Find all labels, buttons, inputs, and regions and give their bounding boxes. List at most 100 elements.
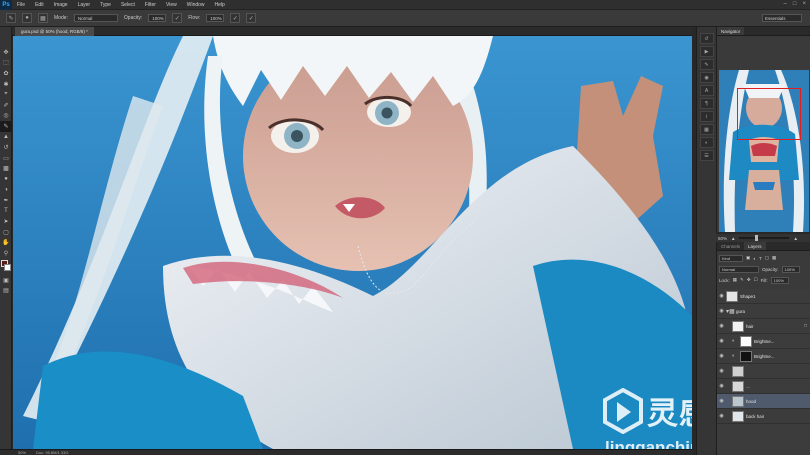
status-zoom[interactable]: 50% (18, 450, 26, 455)
history-panel-icon[interactable]: ↺ (699, 33, 714, 44)
paragraph-panel-icon[interactable]: ¶ (699, 98, 714, 109)
visibility-eye-icon[interactable]: ◉ (717, 338, 726, 344)
lock-all-icon[interactable]: ☐ (754, 277, 758, 283)
eraser-tool-icon[interactable]: ▭ (0, 153, 12, 164)
mode-select[interactable]: Normal (73, 14, 118, 22)
menu-file[interactable]: File (12, 2, 30, 8)
layer-group-row[interactable]: ◉ ▾▦ gura (717, 304, 810, 319)
smart-filter-icon[interactable]: ▩ (772, 255, 776, 261)
menu-layer[interactable]: Layer (73, 2, 96, 8)
brush-panel-icon[interactable]: ▦ (38, 13, 48, 23)
background-color-swatch[interactable] (4, 263, 11, 271)
shape-filter-icon[interactable]: ▢ (765, 255, 769, 261)
quick-mask-icon[interactable]: ▣ (0, 275, 12, 286)
zoom-tool-icon[interactable]: ⚲ (0, 248, 12, 259)
move-tool-icon[interactable]: ✥ (0, 47, 12, 58)
visibility-eye-icon[interactable]: ◉ (717, 413, 726, 419)
layer-row[interactable]: ◉ (717, 364, 810, 379)
gradient-tool-icon[interactable]: ▩ (0, 164, 12, 175)
history-brush-tool-icon[interactable]: ↺ (0, 142, 12, 153)
visibility-eye-icon[interactable]: ◉ (717, 293, 726, 299)
layer-row[interactable]: ◉ ◐ Brightne... (717, 349, 810, 364)
navigator-view-box[interactable] (737, 88, 801, 140)
visibility-eye-icon[interactable]: ◉ (717, 398, 726, 404)
workspace-select[interactable]: Essentials (762, 14, 802, 22)
visibility-eye-icon[interactable]: ◉ (717, 323, 726, 329)
tab-layers[interactable]: Layers (744, 242, 766, 250)
layer-row[interactable]: ◉ Shape1 (717, 289, 810, 304)
pressure-opacity-icon[interactable]: ✓ (172, 13, 183, 23)
dodge-tool-icon[interactable]: ◑ (0, 185, 12, 196)
adjustment-filter-icon[interactable]: ◐ (753, 256, 756, 261)
menu-help[interactable]: Help (210, 2, 230, 8)
crop-tool-icon[interactable]: ⌖ (0, 89, 12, 100)
brush-panel-icon[interactable]: ✎ (699, 59, 714, 70)
fill-field[interactable]: 100% (770, 276, 789, 284)
zoom-in-icon[interactable]: ▲ (793, 236, 797, 241)
canvas[interactable]: 灵感中国 lingganchina.com (13, 36, 692, 449)
lasso-tool-icon[interactable]: ✿ (0, 68, 12, 79)
menu-edit[interactable]: Edit (30, 2, 49, 8)
layer-row[interactable]: ◉ ... (717, 379, 810, 394)
type-filter-icon[interactable]: T (759, 256, 762, 261)
maximize-icon[interactable]: □ (793, 1, 797, 7)
actions-panel-icon[interactable]: ▶ (699, 46, 714, 57)
pen-tool-icon[interactable]: ✒ (0, 195, 12, 206)
visibility-eye-icon[interactable]: ◉ (717, 353, 726, 359)
menu-type[interactable]: Type (95, 2, 116, 8)
airbrush-icon[interactable]: ✓ (230, 13, 241, 23)
close-icon[interactable]: × (802, 1, 806, 7)
menu-image[interactable]: Image (49, 2, 73, 8)
menu-window[interactable]: Window (182, 2, 210, 8)
navigator-zoom-value[interactable]: 50% (718, 236, 727, 241)
layer-kind-filter[interactable]: Kind (719, 254, 743, 262)
brush-size-icon[interactable]: ● (22, 13, 32, 23)
eyedropper-tool-icon[interactable]: ✐ (0, 100, 12, 111)
visibility-eye-icon[interactable]: ◉ (717, 308, 726, 314)
flow-field[interactable]: 100% (206, 14, 225, 22)
info-panel-icon[interactable]: i (699, 111, 714, 122)
path-select-tool-icon[interactable]: ➤ (0, 217, 12, 228)
menu-view[interactable]: View (161, 2, 182, 8)
screen-mode-icon[interactable]: ▤ (0, 285, 12, 296)
quick-select-tool-icon[interactable]: ✱ (0, 79, 12, 90)
layer-opacity-field[interactable]: 100% (781, 265, 800, 273)
navigator-thumbnail[interactable] (719, 70, 809, 232)
layer-row[interactable]: ◉ hair □ (717, 319, 810, 334)
document-tab[interactable]: gura.psd @ 50% (hood, RGB/8) * (15, 27, 94, 36)
opacity-field[interactable]: 100% (148, 14, 167, 22)
blend-mode-select[interactable]: Normal (719, 265, 759, 273)
tab-channels[interactable]: Channels (717, 242, 745, 250)
lock-transparent-icon[interactable]: ▦ (733, 277, 737, 283)
tab-navigator[interactable]: Navigator (717, 27, 745, 35)
clone-stamp-tool-icon[interactable]: ▲ (0, 132, 12, 143)
zoom-slider[interactable] (739, 235, 790, 241)
pressure-size-icon[interactable]: ✓ (246, 13, 257, 23)
lock-paint-icon[interactable]: ✎ (740, 277, 744, 283)
lock-move-icon[interactable]: ✥ (747, 277, 751, 283)
menu-filter[interactable]: Filter (140, 2, 161, 8)
pixel-filter-icon[interactable]: ▣ (746, 255, 750, 261)
brush-tool-icon[interactable]: ✎ (0, 121, 12, 132)
type-tool-icon[interactable]: T (0, 206, 12, 217)
zoom-slider-knob[interactable] (755, 235, 759, 241)
minimize-icon[interactable]: – (784, 1, 787, 7)
character-panel-icon[interactable]: A (699, 85, 714, 96)
healing-tool-icon[interactable]: ◎ (0, 111, 12, 122)
brush-presets-icon[interactable]: ◉ (699, 72, 714, 83)
hand-tool-icon[interactable]: ✋ (0, 238, 12, 249)
layer-row[interactable]: ◉ ◐ Brightne... (717, 334, 810, 349)
brush-preset-icon[interactable]: ✎ (6, 13, 16, 23)
blur-tool-icon[interactable]: ● (0, 174, 12, 185)
menu-select[interactable]: Select (116, 2, 140, 8)
marquee-tool-icon[interactable]: ⬚ (0, 58, 12, 69)
swatches-panel-icon[interactable]: ▦ (699, 124, 714, 135)
visibility-eye-icon[interactable]: ◉ (717, 368, 726, 374)
shape-tool-icon[interactable]: ▢ (0, 227, 12, 238)
layer-row[interactable]: ◉ back hair (717, 409, 810, 424)
adjustments-panel-icon[interactable]: ◐ (699, 137, 714, 148)
properties-panel-icon[interactable]: ☰ (699, 150, 714, 161)
zoom-out-icon[interactable]: ▲ (731, 236, 735, 241)
visibility-eye-icon[interactable]: ◉ (717, 383, 726, 389)
layer-row-selected[interactable]: ◉ hood (717, 394, 810, 409)
